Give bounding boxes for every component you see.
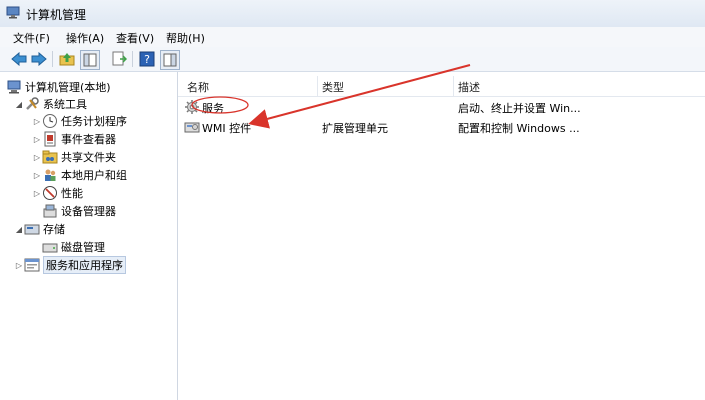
show-hide-tree-icon[interactable]: [80, 50, 100, 70]
tree-item-device-manager[interactable]: 设备管理器: [42, 202, 116, 220]
services-apps-icon: [24, 257, 40, 273]
column-header-type[interactable]: 类型: [322, 79, 344, 95]
column-header-name[interactable]: 名称: [187, 79, 209, 95]
tree-item-local-users-groups[interactable]: ▷ 本地用户和组: [32, 166, 127, 184]
storage-icon: [24, 221, 40, 237]
tree-item-storage[interactable]: ◢ 存储: [14, 220, 65, 238]
window-title: 计算机管理: [26, 8, 87, 22]
wmi-icon: [184, 119, 200, 135]
tools-icon: [24, 96, 40, 112]
back-arrow-icon[interactable]: [10, 50, 28, 68]
tree-item-task-scheduler[interactable]: ▷ 任务计划程序: [32, 112, 127, 130]
tree-item-label: 计算机管理(本地): [25, 81, 111, 94]
collapsed-arrow-icon[interactable]: ▷: [32, 171, 42, 180]
collapsed-arrow-icon[interactable]: ▷: [32, 135, 42, 144]
menu-action[interactable]: 操作(A): [66, 30, 104, 46]
computer-management-icon: [6, 6, 20, 19]
tree-item-system-tools[interactable]: ◢ 系统工具: [14, 95, 87, 113]
tree-item-event-viewer[interactable]: ▷ 事件查看器: [32, 130, 116, 148]
tree-item-label: 存储: [43, 223, 65, 236]
menu-file[interactable]: 文件(F): [13, 30, 50, 46]
expanded-arrow-icon[interactable]: ◢: [14, 100, 24, 109]
toolbar-separator: [52, 51, 53, 67]
row-name: WMI 控件: [202, 122, 252, 135]
tree-item-label: 共享文件夹: [61, 151, 116, 164]
collapsed-arrow-icon[interactable]: ▷: [14, 261, 24, 270]
gear-icon: [184, 99, 200, 115]
tree-item-disk-management[interactable]: 磁盘管理: [42, 238, 105, 256]
clock-icon: [42, 113, 58, 129]
tree-item-label: 本地用户和组: [61, 169, 127, 182]
tree-item-performance[interactable]: ▷ 性能: [32, 184, 83, 202]
tree-item-label: 设备管理器: [61, 205, 116, 218]
title-bar: 计算机管理: [0, 0, 705, 28]
collapsed-arrow-icon[interactable]: ▷: [32, 153, 42, 162]
up-folder-icon[interactable]: [58, 50, 76, 68]
tree-item-label: 系统工具: [43, 98, 87, 111]
row-name: 服务: [202, 102, 224, 115]
column-header-row: 名称 类型 描述: [178, 76, 705, 97]
tree-item-label: 事件查看器: [61, 133, 116, 146]
users-icon: [42, 167, 58, 183]
export-list-icon[interactable]: [110, 50, 128, 68]
collapsed-arrow-icon[interactable]: ▷: [32, 117, 42, 126]
device-manager-icon: [42, 203, 58, 219]
collapsed-arrow-icon[interactable]: ▷: [32, 189, 42, 198]
column-header-description[interactable]: 描述: [458, 79, 480, 95]
tree-item-shared-folders[interactable]: ▷ 共享文件夹: [32, 148, 116, 166]
disk-icon: [42, 239, 58, 255]
help-icon[interactable]: ?: [138, 50, 156, 68]
column-divider[interactable]: [317, 76, 318, 96]
computer-mgmt-icon: [6, 79, 22, 95]
menu-bar: 文件(F) 操作(A) 查看(V) 帮助(H): [0, 27, 705, 48]
expanded-arrow-icon[interactable]: ◢: [14, 225, 24, 234]
content-pane: 名称 类型 描述 服务 启动、终止并设置 Win... WMI 控件 扩展管理单…: [178, 72, 705, 400]
row-description: 启动、终止并设置 Win...: [458, 102, 581, 115]
table-row[interactable]: WMI 控件 扩展管理单元 配置和控制 Windows ...: [178, 117, 705, 137]
show-action-pane-icon[interactable]: [160, 50, 180, 70]
toolbar: ?: [0, 47, 705, 72]
table-row[interactable]: 服务 启动、终止并设置 Win...: [178, 97, 705, 117]
tree-item-label: 磁盘管理: [61, 241, 105, 254]
svg-text:?: ?: [144, 53, 150, 66]
navigation-tree: 计算机管理(本地) ◢ 系统工具 ▷ 任务计划程序 ▷ 事件查看器 ▷ 共享文件…: [0, 72, 178, 400]
forward-arrow-icon[interactable]: [30, 50, 48, 68]
menu-help[interactable]: 帮助(H): [166, 30, 205, 46]
event-viewer-icon: [42, 131, 58, 147]
performance-icon: [42, 185, 58, 201]
toolbar-separator: [132, 51, 133, 67]
tree-item-label: 性能: [61, 187, 83, 200]
tree-item-services-applications[interactable]: ▷ 服务和应用程序: [14, 256, 126, 274]
column-divider[interactable]: [453, 76, 454, 96]
row-description: 配置和控制 Windows ...: [458, 122, 580, 135]
tree-item-label: 服务和应用程序: [43, 256, 126, 274]
tree-item-computer-management[interactable]: 计算机管理(本地): [6, 78, 111, 96]
menu-view[interactable]: 查看(V): [116, 30, 154, 46]
tree-item-label: 任务计划程序: [61, 115, 127, 128]
row-type: 扩展管理单元: [322, 122, 388, 135]
shared-folder-icon: [42, 149, 58, 165]
